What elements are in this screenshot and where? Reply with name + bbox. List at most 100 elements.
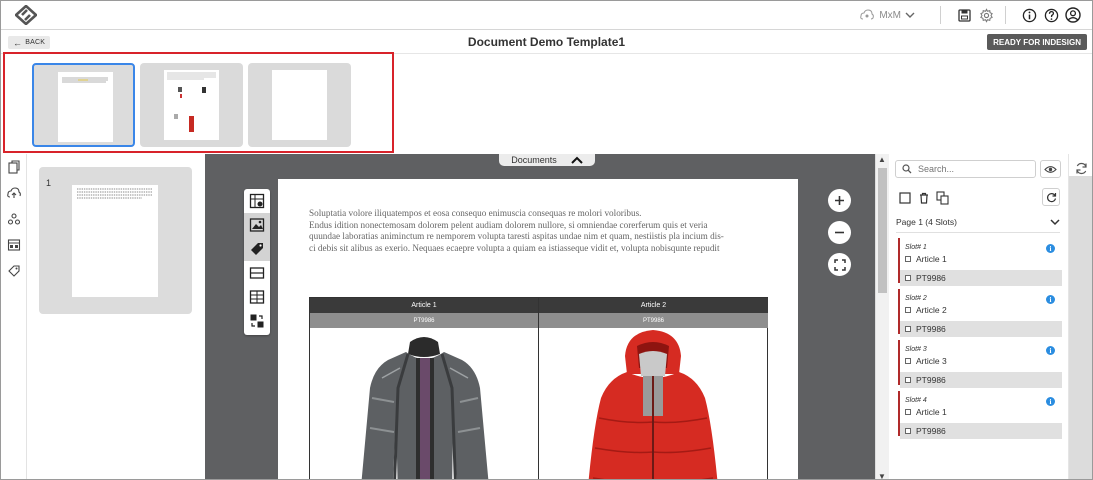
scroll-down-arrow-icon[interactable]: ▼: [878, 472, 886, 479]
slot-name: Slot# 4: [905, 397, 927, 404]
fit-screen-button[interactable]: [828, 253, 851, 276]
slot-name: Slot# 1: [905, 244, 927, 251]
text-line: Endus idition nonectemosam dolorem pelen…: [309, 219, 708, 230]
code-label: PT9986: [916, 375, 946, 385]
page-group-label: Page 1 (4 Slots): [896, 217, 957, 227]
slot-article[interactable]: Article 2: [905, 305, 947, 315]
slot-item[interactable]: Slot# 1 i Article 1 PT9986: [898, 238, 1062, 286]
page-thumbnail-3[interactable]: [248, 63, 351, 147]
checkbox[interactable]: [905, 358, 911, 364]
divider: [896, 232, 1060, 233]
article-name: Article 1: [310, 298, 538, 313]
info-icon[interactable]: [1020, 6, 1038, 24]
delete-icon[interactable]: [915, 189, 933, 207]
text-frame-tool-icon[interactable]: [244, 261, 270, 285]
red-jacket-image[interactable]: [539, 328, 767, 479]
select-all-checkbox[interactable]: [896, 189, 914, 207]
plus-icon: [835, 196, 844, 205]
slot-code-row[interactable]: PT9986: [900, 321, 1062, 337]
ready-for-indesign-button[interactable]: READY FOR INDESIGN: [987, 34, 1087, 50]
user-menu[interactable]: MxM: [860, 9, 920, 21]
image-tool-icon[interactable]: [244, 213, 270, 237]
checkbox[interactable]: [905, 326, 911, 332]
cloud-upload-icon[interactable]: [1, 180, 27, 206]
checkbox[interactable]: [905, 256, 911, 262]
article-label: Article 1: [916, 407, 947, 417]
refresh-slots-button[interactable]: [1042, 188, 1060, 206]
page-card[interactable]: 1: [39, 167, 192, 314]
pages-icon[interactable]: [1, 154, 27, 180]
copy-slots-icon[interactable]: [934, 189, 952, 207]
documents-tab-label: Documents: [511, 155, 557, 165]
minus-icon: [835, 231, 844, 234]
page-number: 1: [46, 178, 52, 188]
brand-logo-icon[interactable]: [14, 4, 38, 26]
visibility-button[interactable]: [1040, 160, 1061, 178]
zoom-out-button[interactable]: [828, 221, 851, 244]
refresh-icon: [1046, 192, 1056, 202]
canvas-scrollbar[interactable]: ▲ ▼: [875, 154, 889, 479]
scrollbar-thumb[interactable]: [878, 168, 887, 293]
info-icon[interactable]: i: [1046, 295, 1055, 304]
page-thumbnail-2[interactable]: [140, 63, 243, 147]
scroll-up-arrow-icon[interactable]: ▲: [878, 155, 886, 164]
checkbox[interactable]: [905, 275, 911, 281]
checkbox[interactable]: [905, 428, 911, 434]
checkbox[interactable]: [905, 307, 911, 313]
slot-item[interactable]: Slot# 4 i Article 1 PT9986: [898, 391, 1062, 439]
article-cell[interactable]: Article 2 PT9986: [539, 298, 768, 479]
slot-article[interactable]: Article 1: [905, 254, 947, 264]
slot-article[interactable]: Article 1: [905, 407, 947, 417]
help-icon[interactable]: [1042, 6, 1060, 24]
page-preview: [164, 70, 219, 140]
eye-icon: [1044, 165, 1057, 173]
slot-item[interactable]: Slot# 3 i Article 3 PT9986: [898, 340, 1062, 388]
search-box[interactable]: [895, 160, 1036, 178]
article-code: PT9986: [310, 313, 538, 328]
slot-article[interactable]: Article 3: [905, 356, 947, 366]
checkbox[interactable]: [905, 409, 911, 415]
slot-name: Slot# 3: [905, 346, 927, 353]
info-icon[interactable]: i: [1046, 244, 1055, 253]
group-icon[interactable]: [1, 206, 27, 232]
document-page[interactable]: Soluptatia volore iliquatempos et eosa c…: [278, 179, 798, 479]
fullscreen-icon: [833, 258, 846, 271]
search-input[interactable]: [918, 164, 1028, 174]
pages-panel: 1: [28, 154, 205, 479]
save-icon[interactable]: [955, 6, 973, 24]
page-group-header[interactable]: Page 1 (4 Slots): [896, 215, 1060, 229]
documents-tab[interactable]: Documents: [499, 154, 595, 166]
layout-icon[interactable]: [1, 232, 27, 258]
account-icon[interactable]: [1064, 6, 1082, 24]
document-canvas[interactable]: Documents Soluptatia volore iliquatempos…: [205, 154, 875, 479]
price-tag-tool-icon[interactable]: [244, 237, 270, 261]
info-icon[interactable]: i: [1046, 397, 1055, 406]
page-thumbnail-1[interactable]: [32, 63, 135, 147]
article-label: Article 3: [916, 356, 947, 366]
slot-name: Slot# 2: [905, 295, 927, 302]
chevron-down-icon: [1050, 218, 1060, 225]
text-line: quundae laboratias animinctum re nempore…: [309, 231, 724, 241]
grid-link-tool-icon[interactable]: [244, 189, 270, 213]
slot-code-row[interactable]: PT9986: [900, 270, 1062, 286]
article-name: Article 2: [539, 298, 768, 313]
page-title: Document Demo Template1: [467, 35, 626, 49]
tag-icon[interactable]: [1, 258, 27, 284]
gray-jacket-image[interactable]: [310, 328, 538, 479]
chevron-up-icon: [571, 156, 583, 164]
swap-tool-icon[interactable]: [244, 309, 270, 333]
divider: [1005, 6, 1006, 24]
article-cell[interactable]: Article 1 PT9986: [310, 298, 539, 479]
app-window: MxM ← BACK Document Demo Template1 READY…: [0, 0, 1093, 480]
zoom-in-button[interactable]: [828, 189, 851, 212]
slot-code-row[interactable]: PT9986: [900, 423, 1062, 439]
code-label: PT9986: [916, 426, 946, 436]
slot-item[interactable]: Slot# 2 i Article 2 PT9986: [898, 289, 1062, 337]
info-icon[interactable]: i: [1046, 346, 1055, 355]
slot-code-row[interactable]: PT9986: [900, 372, 1062, 388]
checkbox[interactable]: [905, 377, 911, 383]
table-tool-icon[interactable]: [244, 285, 270, 309]
right-panel-collapsed: [1069, 176, 1092, 479]
body-text[interactable]: Soluptatia volore iliquatempos et eosa c…: [309, 208, 769, 254]
gear-icon[interactable]: [977, 6, 995, 24]
